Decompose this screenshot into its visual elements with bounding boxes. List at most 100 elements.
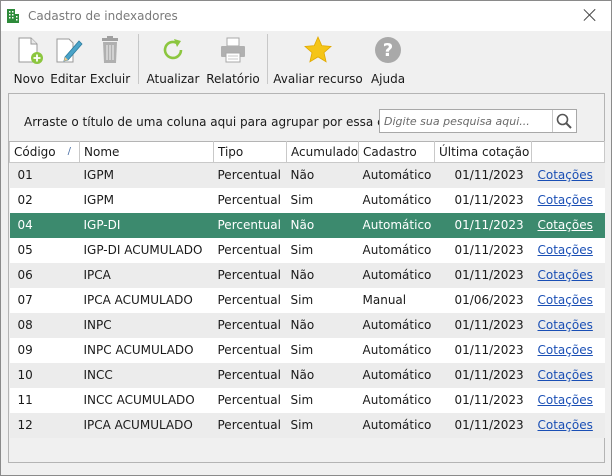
- cell-codigo: 11: [9, 387, 80, 413]
- cotacoes-link[interactable]: Cotações: [538, 368, 593, 382]
- excluir-label: Excluir: [89, 72, 131, 86]
- cell-codigo: 02: [9, 187, 80, 213]
- cell-tipo: Percentual: [213, 262, 287, 288]
- avaliar-recurso-button[interactable]: Avaliar recurso: [273, 31, 363, 87]
- atualizar-button[interactable]: Atualizar: [147, 31, 199, 87]
- cell-nome: IGP-DI ACUMULADO: [79, 237, 214, 263]
- cell-tipo: Percentual: [213, 387, 287, 413]
- cell-cadastro: Manual: [358, 287, 435, 313]
- column-header-cadastro[interactable]: Cadastro: [358, 141, 435, 163]
- cell-cotacoes: Cotações: [531, 162, 605, 188]
- cotacoes-link[interactable]: Cotações: [538, 418, 593, 432]
- cell-cadastro: Automático: [358, 212, 435, 238]
- cotacoes-link[interactable]: Cotações: [538, 293, 593, 307]
- cell-acumulado: Sim: [286, 287, 359, 313]
- cell-acumulado: Não: [286, 262, 359, 288]
- cell-codigo: 07: [9, 287, 80, 313]
- cotacoes-link[interactable]: Cotações: [538, 343, 593, 357]
- cell-tipo: Percentual: [213, 237, 287, 263]
- cell-cadastro: Automático: [358, 362, 435, 388]
- cell-ultima-cotacao: 01/11/2023: [434, 312, 532, 338]
- cell-ultima-cotacao: 01/11/2023: [434, 237, 532, 263]
- cell-cadastro: Automático: [358, 162, 435, 188]
- cell-nome: INCC: [79, 362, 214, 388]
- ajuda-button[interactable]: ? Ajuda: [370, 31, 406, 87]
- table-row[interactable]: 01 IGPM Percentual Não Automático 01/11/2023 C…: [9, 162, 605, 188]
- cotacoes-link[interactable]: Cotações: [538, 393, 593, 407]
- refresh-icon: [158, 35, 188, 65]
- cotacoes-link[interactable]: Cotações: [538, 193, 593, 207]
- building-icon: [6, 8, 20, 24]
- table-body: 01 IGPM Percentual Não Automático 01/11/2023 C…: [9, 162, 605, 438]
- cell-cotacoes: Cotações: [531, 337, 605, 363]
- table-row[interactable]: 09 INPC ACUMULADO Percentual Sim Automático 0…: [9, 337, 605, 363]
- cell-ultima-cotacao: 01/11/2023: [434, 412, 532, 438]
- cell-tipo: Percentual: [213, 337, 287, 363]
- cell-cotacoes: Cotações: [531, 237, 605, 263]
- cotacoes-link[interactable]: Cotações: [538, 168, 593, 182]
- table-row[interactable]: 11 INCC ACUMULADO Percentual Sim Automático 0…: [9, 387, 605, 413]
- cell-acumulado: Sim: [286, 412, 359, 438]
- cotacoes-link[interactable]: Cotações: [538, 243, 593, 257]
- cell-tipo: Percentual: [213, 362, 287, 388]
- table-row[interactable]: 12 IPCA ACUMULADO Percentual Sim Automático 0…: [9, 412, 605, 438]
- cell-acumulado: Sim: [286, 187, 359, 213]
- novo-label: Novo: [13, 72, 45, 86]
- group-panel[interactable]: Arraste o título de uma coluna aqui para…: [9, 94, 604, 138]
- toolbar-separator: [138, 34, 139, 84]
- atualizar-label: Atualizar: [146, 72, 200, 86]
- column-header-label: Código: [14, 145, 56, 159]
- cotacoes-link[interactable]: Cotações: [538, 218, 593, 232]
- cell-tipo: Percentual: [213, 412, 287, 438]
- cell-codigo: 12: [9, 412, 80, 438]
- cell-nome: INPC ACUMULADO: [79, 337, 214, 363]
- column-header-cotacoes[interactable]: [531, 141, 605, 163]
- novo-button[interactable]: Novo: [10, 31, 48, 87]
- table-row[interactable]: 07 IPCA ACUMULADO Percentual Sim Manual 01/06…: [9, 287, 605, 313]
- cotacoes-link[interactable]: Cotações: [538, 318, 593, 332]
- editar-button[interactable]: Editar: [48, 31, 88, 87]
- cell-nome: INPC: [79, 312, 214, 338]
- cell-acumulado: Sim: [286, 337, 359, 363]
- new-document-icon: [14, 35, 44, 65]
- cell-nome: IGPM: [79, 187, 214, 213]
- cotacoes-link[interactable]: Cotações: [538, 268, 593, 282]
- table-row[interactable]: 02 IGPM Percentual Sim Automático 01/11/2023 C…: [9, 187, 605, 213]
- close-icon[interactable]: [583, 8, 597, 22]
- excluir-button[interactable]: Excluir: [88, 31, 132, 87]
- window-title: Cadastro de indexadores: [28, 9, 178, 23]
- search-input[interactable]: [380, 110, 552, 132]
- table-row[interactable]: 05 IGP-DI ACUMULADO Percentual Sim Automátic…: [9, 237, 605, 263]
- cell-acumulado: Não: [286, 212, 359, 238]
- table-header: Código / Nome Tipo Acumulado Cadastro Úl…: [9, 141, 605, 163]
- cell-cotacoes: Cotações: [531, 362, 605, 388]
- relatorio-label: Relatório: [206, 72, 260, 86]
- trash-icon: [95, 35, 125, 65]
- table-row[interactable]: 08 INPC Percentual Não Automático 01/11/2023 C…: [9, 312, 605, 338]
- column-header-nome[interactable]: Nome: [79, 141, 214, 163]
- table-row[interactable]: 10 INCC Percentual Não Automático 01/11/2023 C…: [9, 362, 605, 388]
- table-row[interactable]: 04 IGP-DI Percentual Não Automático 01/11/202…: [9, 212, 605, 238]
- title-bar: Cadastro de indexadores: [1, 1, 611, 31]
- cell-nome: IGPM: [79, 162, 214, 188]
- printer-icon: [218, 35, 248, 65]
- relatorio-button[interactable]: Relatório: [205, 31, 261, 87]
- cell-ultima-cotacao: 01/11/2023: [434, 212, 532, 238]
- cell-ultima-cotacao: 01/11/2023: [434, 262, 532, 288]
- table-row[interactable]: 06 IPCA Percentual Não Automático 01/11/2023 C…: [9, 262, 605, 288]
- cell-cotacoes: Cotações: [531, 387, 605, 413]
- cell-codigo: 08: [9, 312, 80, 338]
- column-header-ultima-cotacao[interactable]: Última cotação: [434, 141, 532, 163]
- search-button[interactable]: [552, 110, 576, 132]
- toolbar: Novo Editar Excluir Atualizar Relatório …: [1, 31, 611, 87]
- cell-acumulado: Não: [286, 312, 359, 338]
- help-icon: ?: [373, 35, 403, 65]
- cell-tipo: Percentual: [213, 312, 287, 338]
- main-window: Cadastro de indexadores Novo Editar Excl…: [0, 0, 612, 476]
- column-header-tipo[interactable]: Tipo: [213, 141, 287, 163]
- column-header-codigo[interactable]: Código /: [9, 141, 80, 163]
- cell-cotacoes: Cotações: [531, 187, 605, 213]
- cell-cotacoes: Cotações: [531, 287, 605, 313]
- cell-nome: INCC ACUMULADO: [79, 387, 214, 413]
- column-header-acumulado[interactable]: Acumulado: [286, 141, 359, 163]
